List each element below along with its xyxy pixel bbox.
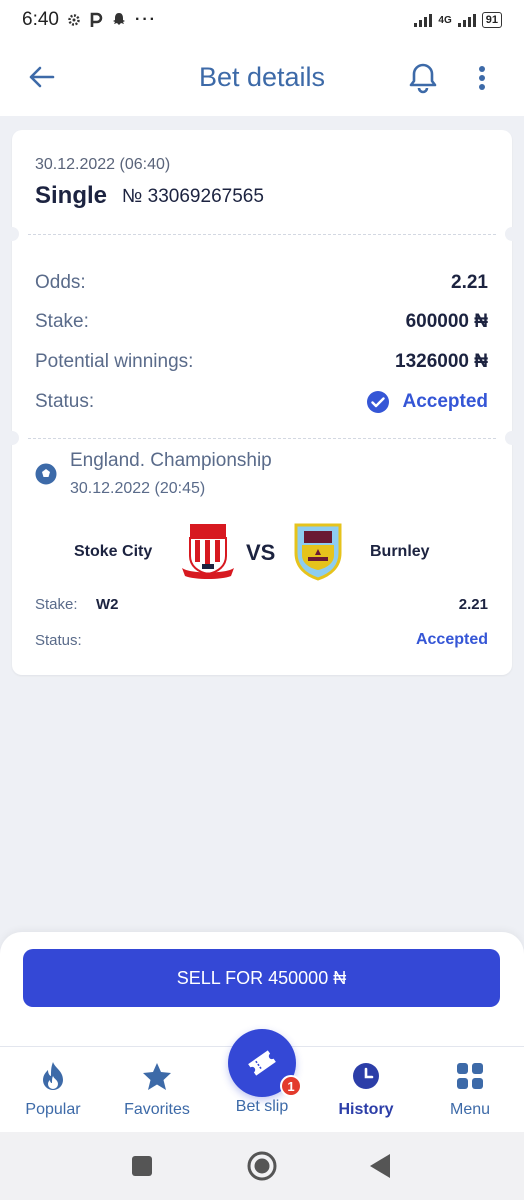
triangle-back-icon <box>370 1154 390 1178</box>
more-notifications-icon: ··· <box>134 11 157 28</box>
stake-value: 600000 ₦ <box>405 311 488 332</box>
event-odds: 2.21 <box>458 596 488 613</box>
circle-icon <box>247 1151 277 1181</box>
app-header: Bet details <box>0 40 524 116</box>
event-status-label: Status: <box>35 632 82 649</box>
ticket-notch <box>5 227 19 241</box>
home-button[interactable] <box>244 1148 280 1184</box>
nav-bet-slip-label: Bet slip <box>235 1098 289 1115</box>
status-badge: Accepted <box>366 390 488 414</box>
burnley-crest-icon <box>294 523 342 581</box>
nav-favorites[interactable]: Favorites <box>105 1061 209 1131</box>
ghost-icon <box>112 13 125 25</box>
nav-popular[interactable]: Popular <box>1 1061 105 1131</box>
odds-label: Odds: <box>35 272 86 293</box>
kebab-menu-icon <box>479 66 485 90</box>
league-name: England. Championship <box>70 450 272 471</box>
star-icon <box>142 1061 172 1091</box>
home-team-name: Stoke City <box>74 543 153 560</box>
ticket-divider <box>28 234 496 235</box>
square-icon <box>132 1156 152 1176</box>
status-bar: 6:40 ··· 4G 91 <box>0 0 524 40</box>
bell-icon <box>409 63 437 94</box>
ticket-icon <box>248 1050 276 1076</box>
signal-2-icon <box>457 13 476 27</box>
ticket-notch <box>505 227 519 241</box>
event-date: 30.12.2022 (20:45) <box>70 480 206 497</box>
bet-type: Single <box>35 182 108 209</box>
nav-history-label: History <box>338 1101 394 1118</box>
signal-icon <box>414 13 433 27</box>
system-back-button[interactable] <box>362 1148 398 1184</box>
stoke-city-crest-icon <box>182 524 234 579</box>
bet-date: 30.12.2022 (06:40) <box>35 156 171 173</box>
notifications-button[interactable] <box>406 60 440 96</box>
bet-slip-count-badge: 1 <box>280 1075 302 1097</box>
more-options-button[interactable] <box>470 60 494 96</box>
status-value: Accepted <box>402 391 488 412</box>
ticket-divider <box>28 438 496 439</box>
grid-icon <box>455 1061 485 1091</box>
football-icon <box>35 463 57 485</box>
nav-popular-label: Popular <box>25 1101 81 1118</box>
network-type: 4G <box>438 14 452 26</box>
page-title: Bet details <box>198 62 326 92</box>
ticket-notch <box>505 431 519 445</box>
settings-icon <box>68 14 80 26</box>
p-app-icon <box>90 12 103 27</box>
notification-icons: ··· <box>67 11 157 29</box>
event-status-value: Accepted <box>415 631 488 648</box>
bet-details-card: 30.12.2022 (06:40) Single № 33069267565 … <box>5 130 519 675</box>
nav-menu[interactable]: Menu <box>418 1061 522 1131</box>
status-label: Status: <box>35 391 95 412</box>
flame-icon <box>38 1061 68 1091</box>
event-stake-label: Stake: <box>35 596 78 613</box>
ticket-notch <box>5 431 19 445</box>
away-team-name: Burnley <box>370 543 430 560</box>
bet-number: № 33069267565 <box>122 186 264 207</box>
battery-icon: 91 <box>481 12 502 28</box>
recent-apps-button[interactable] <box>124 1148 160 1184</box>
system-status: 4G 91 <box>414 12 502 28</box>
winnings-value: 1326000 ₦ <box>395 351 488 372</box>
nav-history[interactable]: History <box>314 1061 418 1131</box>
event-pick: W2 <box>96 596 119 613</box>
stake-label: Stake: <box>35 311 89 332</box>
clock-icon <box>351 1061 381 1091</box>
versus-label: VS <box>246 540 276 565</box>
status-time: 6:40 <box>22 9 59 30</box>
check-circle-icon <box>367 391 390 413</box>
system-navigation-bar <box>0 1132 524 1200</box>
nav-menu-label: Menu <box>449 1101 491 1118</box>
odds-value: 2.21 <box>451 272 488 293</box>
nav-favorites-label: Favorites <box>124 1101 190 1118</box>
sell-bet-button[interactable]: SELL FOR 450000 ₦ <box>23 949 500 1007</box>
winnings-label: Potential winnings: <box>35 351 194 372</box>
